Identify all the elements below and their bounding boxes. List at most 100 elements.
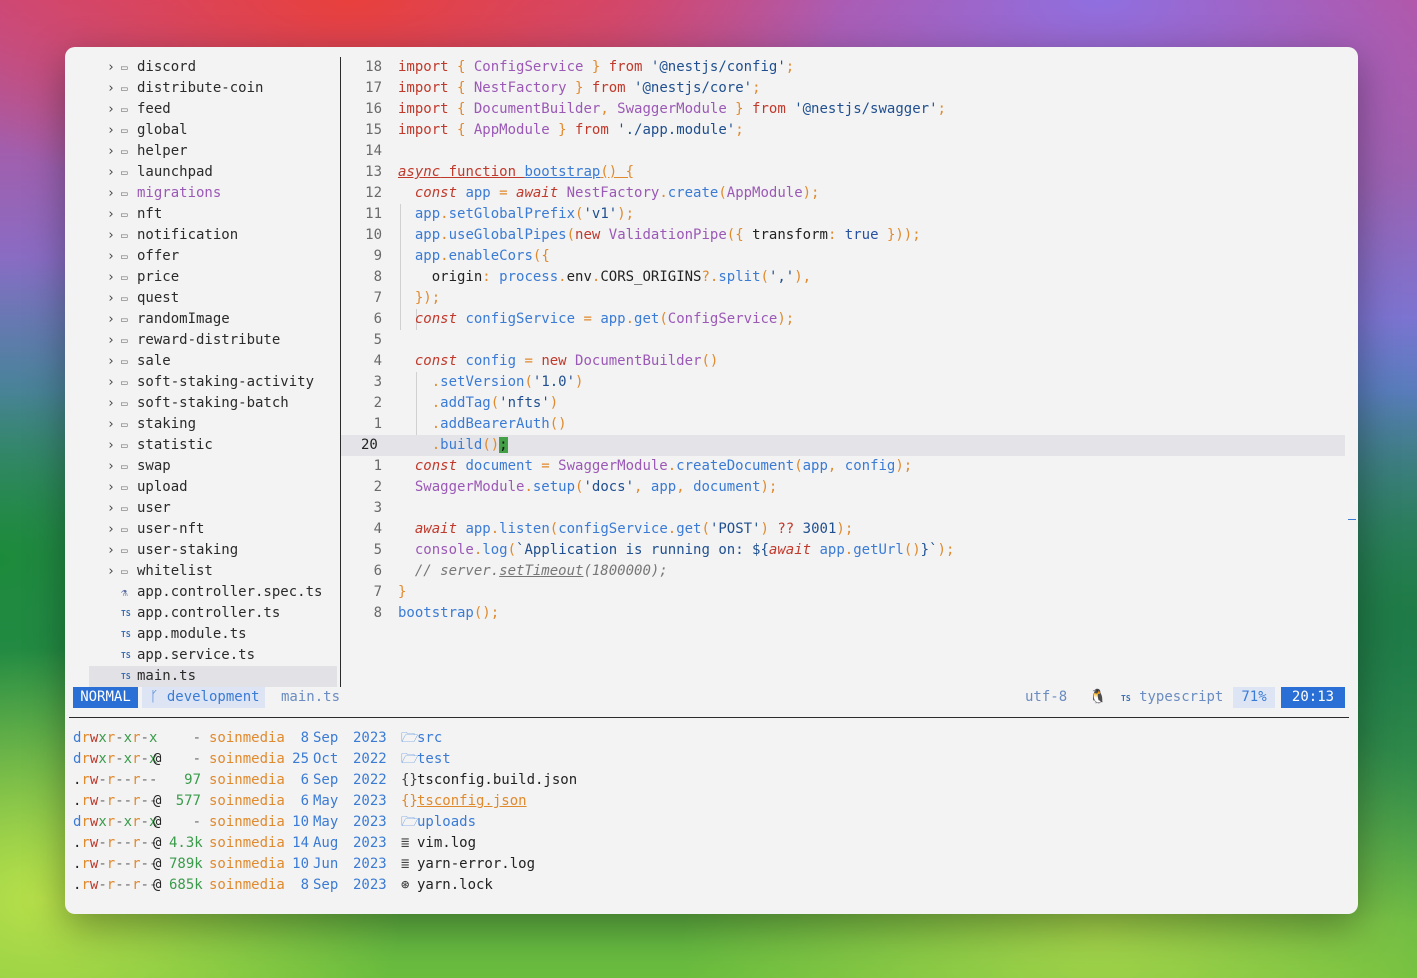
file-name[interactable]: yarn.lock [417, 875, 493, 896]
code-token: (1800000); [583, 563, 668, 579]
code-line[interactable]: 3 [341, 498, 1345, 519]
file-tree-item[interactable]: › ▭ price [89, 267, 337, 288]
permission-char: r [81, 772, 90, 788]
file-name[interactable]: yarn-error.log [417, 854, 535, 875]
file-tree-item[interactable]: › ▭ upload [89, 477, 337, 498]
folder-icon: ▭ [121, 292, 128, 305]
code-line[interactable]: 3 .setVersion('1.0') [341, 372, 1345, 393]
code-token: ConfigService [667, 311, 778, 327]
code-line[interactable]: 9 app.enableCors({ [341, 246, 1345, 267]
file-name[interactable]: tsconfig.build.json [417, 770, 577, 791]
permission-char: - [98, 856, 107, 872]
code-line[interactable]: 8 origin: process.env.CORS_ORIGINS?.spli… [341, 267, 1345, 288]
file-tree-item[interactable]: › ▭ randomImage [89, 309, 337, 330]
ls-row: .rw-r--r-- @577 soinmedia 6 May 2023 {} tsconfi… [73, 791, 1345, 812]
file-tree-item[interactable]: TS app.module.ts [89, 624, 337, 645]
permission-char: r [106, 793, 116, 809]
file-tree-item[interactable]: › ▭ quest [89, 288, 337, 309]
code-token: ConfigService [473, 59, 584, 75]
code-line[interactable]: 17 import { NestFactory } from '@nestjs/c… [341, 78, 1345, 99]
file-tree-item[interactable]: › ▭ global [89, 120, 337, 141]
file-tree-item[interactable]: › ▭ statistic [89, 435, 337, 456]
file-tree-item[interactable]: › ▭ user [89, 498, 337, 519]
file-tree-item[interactable]: › ▭ user-staking [89, 540, 337, 561]
file-tree-item[interactable]: TS app.controller.ts [89, 603, 337, 624]
file-tree-item-label: reward-distribute [137, 332, 281, 348]
scrollbar-marker[interactable] [1348, 519, 1356, 520]
file-name[interactable]: uploads [417, 812, 476, 833]
file-name[interactable]: test [417, 749, 451, 770]
file-tree-item[interactable]: › ▭ distribute-coin [89, 78, 337, 99]
code-token: . [440, 227, 449, 243]
file-tree-item[interactable]: › ▭ soft-staking-batch [89, 393, 337, 414]
file-tree-item[interactable]: › ▭ feed [89, 99, 337, 120]
code-line[interactable]: 1 .addBearerAuth() [341, 414, 1345, 435]
permission-char: - [140, 877, 149, 893]
code-token: ( [490, 395, 500, 411]
code-line[interactable]: 11 app.setGlobalPrefix('v1'); [341, 204, 1345, 225]
git-branch[interactable]: ᚴ development [142, 687, 265, 708]
file-tree-item[interactable]: › ▭ user-nft [89, 519, 337, 540]
code-line[interactable]: 18 import { ConfigService } from '@nestjs… [341, 57, 1345, 78]
code-text: import { DocumentBuilder, SwaggerModule … [398, 99, 946, 120]
code-line[interactable]: 20 .build(); [341, 435, 1345, 456]
code-line[interactable]: 1 const document = SwaggerModule.createD… [341, 456, 1345, 477]
file-tree-item[interactable]: › ▭ whitelist [89, 561, 337, 582]
code-token: `Application is running on: ${ [516, 542, 769, 558]
ls-row: .rw-r--r-- 97 soinmedia 6 Sep 2022 {} tsconfig.… [73, 770, 1345, 791]
file-tree-item[interactable]: › ▭ helper [89, 141, 337, 162]
file-tree-item[interactable]: › ▭ migrations [89, 183, 337, 204]
code-line[interactable]: 12 const app = await NestFactory.create(… [341, 183, 1345, 204]
file-tree-item[interactable]: TS app.service.ts [89, 645, 337, 666]
code-line[interactable]: 15 import { AppModule } from './app.modul… [341, 120, 1345, 141]
permission-char: r [81, 877, 90, 893]
file-tree-item[interactable]: › ▭ soft-staking-activity [89, 372, 337, 393]
code-text: import { NestFactory } from '@nestjs/cor… [398, 78, 761, 99]
terminal-pane[interactable]: drwxr-xr-x - soinmedia 8 Sep 2023 🗁 src drwxr-xr… [73, 728, 1345, 908]
code-line[interactable]: 10 app.useGlobalPipes(new ValidationPipe… [341, 225, 1345, 246]
code-line[interactable]: 16 import { DocumentBuilder, SwaggerModul… [341, 99, 1345, 120]
code-line[interactable]: 4 const config = new DocumentBuilder() [341, 351, 1345, 372]
code-line[interactable]: 2 .addTag('nfts') [341, 393, 1345, 414]
file-name[interactable]: src [417, 728, 442, 749]
file-tree-item[interactable]: › ▭ discord [89, 57, 337, 78]
permission-char: r [81, 751, 90, 767]
line-number: 7 [373, 290, 382, 306]
code-line[interactable]: 6 // server.setTimeout(1800000); [341, 561, 1345, 582]
code-token: '@nestjs/config' [650, 59, 786, 75]
file-tree-item[interactable]: › ▭ sale [89, 351, 337, 372]
code-line[interactable]: 4 await app.listen(configService.get('PO… [341, 519, 1345, 540]
file-tree-item[interactable]: › ▭ notification [89, 225, 337, 246]
file-tree-item[interactable]: ⚗ app.controller.spec.ts [89, 582, 337, 603]
code-line[interactable]: 5 console. log(`Application is running on… [341, 540, 1345, 561]
code-line[interactable]: 8 bootstrap(); [341, 603, 1345, 624]
code-editor[interactable]: 18 import { ConfigService } from '@nestjs… [341, 57, 1345, 687]
code-line[interactable]: 7} [341, 582, 1345, 603]
chevron-right-icon: › [107, 291, 115, 306]
file-tree-item[interactable]: TS main.ts [89, 666, 337, 687]
code-line[interactable]: 2 SwaggerModule.setup('docs', app, docum… [341, 477, 1345, 498]
file-tree-item[interactable]: › ▭ launchpad [89, 162, 337, 183]
line-number: 3 [373, 500, 382, 516]
ls-row: drwxr-xr-x @ - soinmedia 10 May 2023 🗁 uploads [73, 812, 1345, 833]
code-text: async function bootstrap() { [398, 162, 634, 183]
file-tree-item[interactable]: › ▭ staking [89, 414, 337, 435]
file-tree-item[interactable]: › ▭ reward-distribute [89, 330, 337, 351]
file-name[interactable]: tsconfig.json [417, 791, 527, 812]
code-line[interactable]: 5 [341, 330, 1345, 351]
chevron-right-icon: › [107, 81, 115, 96]
code-token: import [398, 101, 458, 117]
file-tree-item[interactable]: › ▭ offer [89, 246, 337, 267]
line-number: 10 [365, 227, 382, 243]
file-name[interactable]: vim.log [417, 833, 476, 854]
file-tree-item[interactable]: › ▭ nft [89, 204, 337, 225]
permission-char: r [132, 856, 141, 872]
file-tree-item-label: migrations [137, 185, 222, 201]
code-line[interactable]: 6 const configService = app.get(ConfigSe… [341, 309, 1345, 330]
code-line[interactable]: 7 }); [341, 288, 1345, 309]
code-line[interactable]: 13 async function bootstrap() { [341, 162, 1345, 183]
code-line[interactable]: 14 [341, 141, 1345, 162]
file-tree-item[interactable]: › ▭ swap [89, 456, 337, 477]
